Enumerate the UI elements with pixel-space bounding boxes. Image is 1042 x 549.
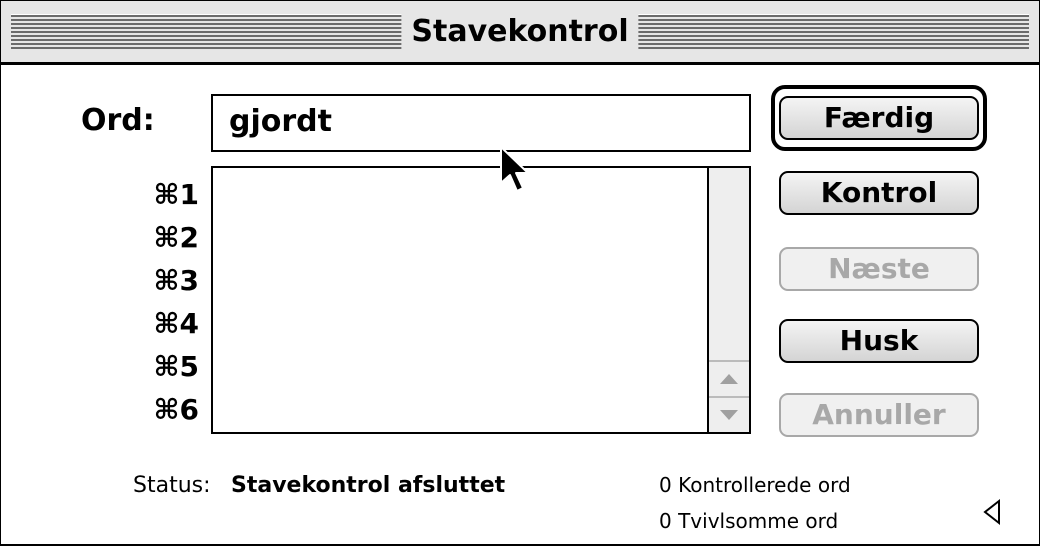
checked-words-count: 0 Kontrollerede ord <box>659 473 851 497</box>
status-label: Status: <box>133 473 211 498</box>
check-button[interactable]: Kontrol <box>779 171 979 215</box>
scroll-down-arrow-icon <box>720 410 738 420</box>
status-value: Stavekontrol afsluttet <box>231 473 506 498</box>
suggestions-scrollbar[interactable] <box>707 168 749 432</box>
word-value: gjordt <box>229 104 332 139</box>
scroll-up-button[interactable] <box>709 360 749 396</box>
spellcheck-window: Stavekontrol Ord: gjordt ⌘1 ⌘2 ⌘3 ⌘4 ⌘5 … <box>0 0 1040 546</box>
shortcut-label-3: ⌘3 <box>153 264 199 297</box>
shortcut-label-5: ⌘5 <box>153 350 199 383</box>
suggestions-list[interactable] <box>211 166 751 434</box>
next-button[interactable]: Næste <box>779 247 979 291</box>
disclosure-triangle-icon[interactable] <box>981 497 1005 527</box>
word-field[interactable]: gjordt <box>211 94 751 152</box>
scroll-up-arrow-icon <box>720 374 738 384</box>
suggestion-shortcuts: ⌘1 ⌘2 ⌘3 ⌘4 ⌘5 ⌘6 <box>119 173 199 431</box>
doubtful-words-count: 0 Tvivlsomme ord <box>659 509 839 533</box>
shortcut-label-6: ⌘6 <box>153 393 199 426</box>
shortcut-label-1: ⌘1 <box>153 178 199 211</box>
remember-button[interactable]: Husk <box>779 319 979 363</box>
word-label: Ord: <box>81 103 155 138</box>
arrow-cursor-icon <box>500 146 529 192</box>
shortcut-label-4: ⌘4 <box>153 307 199 340</box>
window-title: Stavekontrol <box>401 12 639 52</box>
scroll-down-button[interactable] <box>709 396 749 432</box>
done-button[interactable]: Færdig <box>779 96 979 140</box>
shortcut-label-2: ⌘2 <box>153 221 199 254</box>
cancel-button[interactable]: Annuller <box>779 393 979 437</box>
title-bar[interactable]: Stavekontrol <box>1 1 1039 65</box>
